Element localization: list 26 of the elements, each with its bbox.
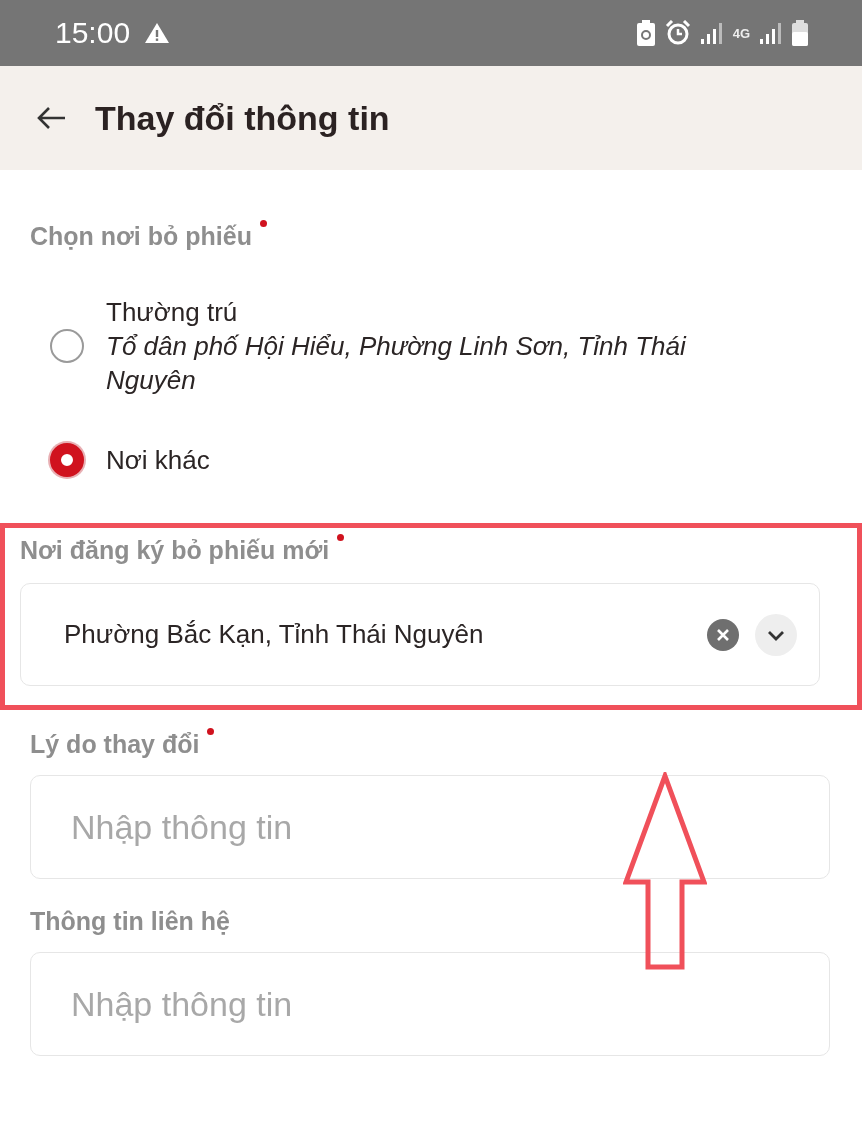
option-address: Tổ dân phố Hội Hiểu, Phường Linh Sơn, Tỉnh Thái Nguyên <box>106 330 688 397</box>
back-arrow-icon[interactable] <box>37 106 67 130</box>
radio-button[interactable] <box>50 443 84 477</box>
field-label: Lý do thay đổi <box>30 730 200 759</box>
clock-time: 15:00 <box>55 16 131 50</box>
radio-button[interactable] <box>50 329 84 363</box>
chevron-down-icon[interactable] <box>755 613 797 656</box>
radio-option[interactable]: Thường trú Tổ dân phố Hội Hiểu, Phường Linh Sơn, Tỉnh Thái Nguyên <box>50 295 830 397</box>
battery-saver-icon <box>636 20 655 46</box>
clear-icon[interactable] <box>707 618 739 651</box>
battery-icon <box>792 20 808 46</box>
input-field[interactable]: Nhập thông tin <box>30 952 830 1056</box>
radio-option[interactable]: Nơi khác <box>50 443 830 477</box>
alarm-icon <box>664 20 691 46</box>
page-title: Thay đổi thông tin <box>95 98 390 138</box>
field-label: Chọn nơi bỏ phiếu <box>30 222 252 251</box>
field-label: Thông tin liên hệ <box>30 907 230 936</box>
option-title: Nơi khác <box>106 444 210 477</box>
option-title: Thường trú <box>106 296 239 329</box>
input-field[interactable]: Nhập thông tin <box>30 775 830 879</box>
signal-icon <box>760 21 782 45</box>
field-label: Nơi đăng ký bỏ phiếu mới <box>20 536 330 565</box>
network-type: 4G <box>732 25 750 41</box>
signal-icon <box>700 21 723 45</box>
warning-icon <box>144 22 171 44</box>
select-field[interactable]: Phường Bắc Kạn, Tỉnh Thái Nguyên <box>20 583 820 686</box>
